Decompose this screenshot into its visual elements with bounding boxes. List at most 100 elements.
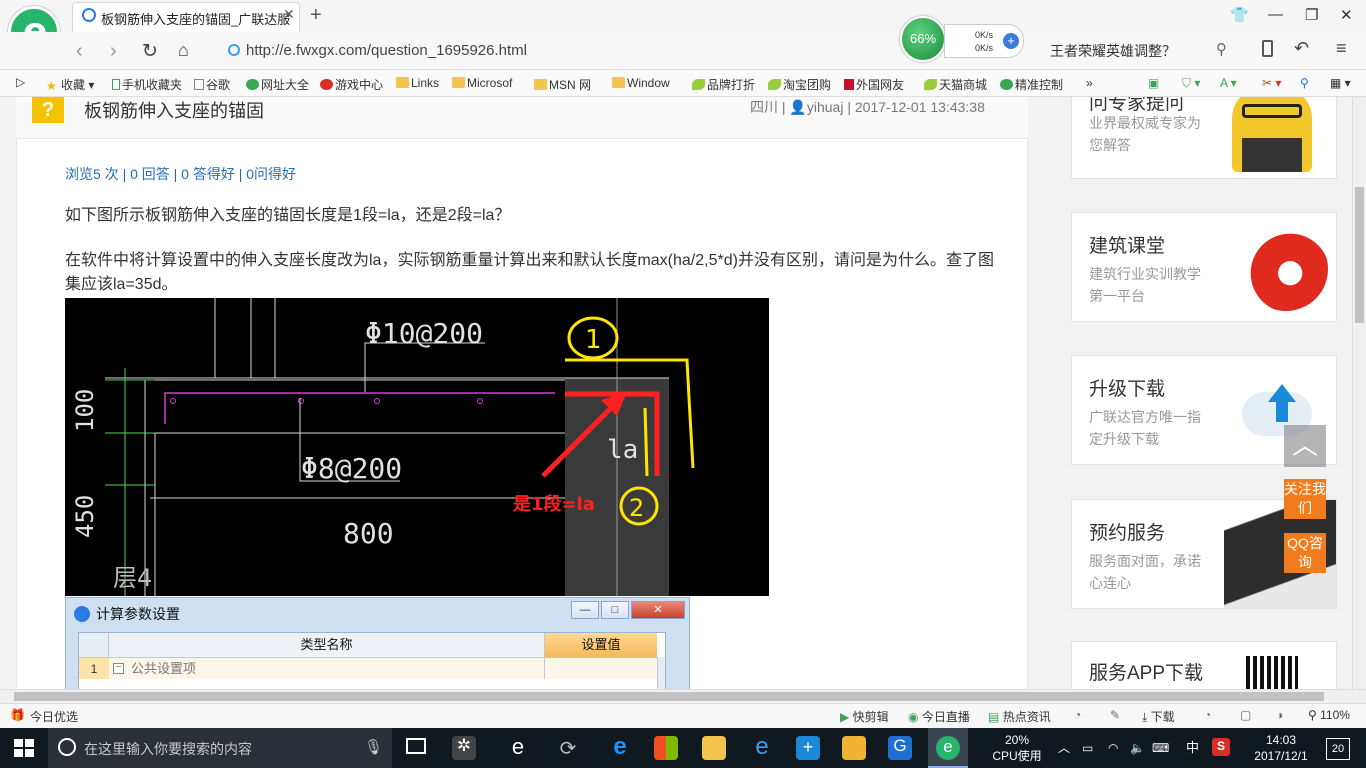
speed-gauge-icon[interactable]: ◔: [1074, 708, 1081, 722]
status-daily-pick[interactable]: 今日优选: [30, 708, 78, 725]
forward-icon[interactable]: ›: [110, 40, 117, 63]
tab-close-icon[interactable]: ✕: [283, 6, 295, 23]
search-suggestion[interactable]: 王者荣耀英雄调整？: [1050, 41, 1176, 61]
grid-icon[interactable]: ▦ ▾: [1330, 76, 1351, 90]
refresh-icon[interactable]: ↻: [142, 40, 158, 63]
bookmark-item[interactable]: Links: [396, 76, 439, 90]
file-explorer-icon[interactable]: [702, 736, 726, 760]
follow-us-button[interactable]: 关注我们: [1284, 479, 1326, 519]
bookmark-item[interactable]: 品牌打折: [692, 76, 755, 93]
grid-row-label[interactable]: − 公共设置项: [109, 657, 545, 679]
grid-scrollbar[interactable]: [657, 657, 665, 689]
volume-icon[interactable]: 🔈: [1130, 740, 1145, 756]
bookmark-item[interactable]: MSN 网: [534, 76, 591, 93]
store-icon[interactable]: [654, 736, 678, 760]
magnifier-icon[interactable]: ⚲: [1300, 76, 1309, 90]
cad-drawing-image: Φ10@200 Φ8@200 800 100 450 层4 la 是1段=la …: [65, 298, 769, 596]
bookmark-item[interactable]: 游戏中心: [320, 76, 383, 93]
bookmark-item[interactable]: 手机收藏夹: [112, 76, 182, 93]
restore-icon[interactable]: ❐: [1305, 6, 1318, 24]
grid-row-value[interactable]: [545, 657, 657, 679]
bookmark-item[interactable]: 精准控制: [1000, 76, 1063, 93]
horizontal-scrollbar[interactable]: [0, 689, 1366, 703]
chat-icon: [1000, 79, 1013, 90]
tab-active[interactable]: 板钢筋伸入支座的锚固_广联达服: [72, 2, 300, 32]
notification-center-icon[interactable]: 20: [1326, 738, 1350, 760]
status-item[interactable]: ⤓ 下载: [1142, 708, 1175, 725]
question-stats[interactable]: 浏览5 次 | 0 回答 | 0 答得好 | 0问得好: [65, 164, 296, 184]
tray-app-icon[interactable]: ▭: [1082, 740, 1093, 756]
sound-icon[interactable]: ◑: [1276, 708, 1283, 722]
tray-wifi-icon[interactable]: ◠: [1108, 740, 1118, 756]
active-browser-taskbar-item[interactable]: e: [928, 728, 968, 768]
bookmark-item[interactable]: 谷歌: [194, 76, 230, 93]
shirt-skin-icon[interactable]: 👕: [1230, 6, 1249, 24]
bookmark-item[interactable]: 外国网友: [844, 76, 904, 93]
horizontal-scroll-thumb[interactable]: [14, 692, 1324, 701]
taskbar-search-input[interactable]: 在这里输入你要搜索的内容: [48, 728, 392, 768]
cpu-usage[interactable]: 20% CPU使用: [990, 732, 1044, 764]
search-icon[interactable]: ⚲: [1216, 40, 1227, 58]
qq-consult-button[interactable]: QQ咨询: [1284, 533, 1326, 573]
bookmark-item[interactable]: Window: [612, 76, 670, 90]
edge-icon[interactable]: e: [608, 735, 632, 760]
cortana-icon[interactable]: [58, 738, 76, 756]
ime-indicator[interactable]: 中: [1186, 740, 1199, 756]
dialog-close-icon[interactable]: ✕: [631, 601, 685, 619]
new-tab-icon[interactable]: +: [310, 4, 322, 27]
taskbar-clock[interactable]: 14:03 2017/12/1: [1246, 732, 1316, 764]
vertical-scroll-thumb[interactable]: [1355, 187, 1364, 323]
status-item[interactable]: ▶ 快剪辑: [840, 708, 889, 725]
card-app-download[interactable]: 服务APP下载: [1071, 641, 1337, 689]
bookmark-item[interactable]: 网址大全: [246, 76, 309, 93]
pinwheel-app-icon[interactable]: ✲: [452, 736, 476, 760]
question-location[interactable]: 四川: [750, 99, 778, 115]
home-icon[interactable]: ⌂: [178, 40, 189, 61]
notes-app-icon[interactable]: [842, 736, 866, 760]
card-ask-expert[interactable]: 问专家提问 业界最权威专家为您解答: [1071, 97, 1337, 179]
bookmarks-toggle-icon[interactable]: ▷: [16, 75, 25, 89]
bookmarks-more-icon[interactable]: »: [1086, 76, 1093, 90]
ie-icon[interactable]: e: [750, 735, 774, 760]
shield-icon[interactable]: ⛉ ▾: [1182, 76, 1200, 91]
bookmark-item[interactable]: 天猫商城: [924, 76, 987, 93]
scissors-icon[interactable]: ✂ ▾: [1262, 76, 1281, 90]
keyboard-icon[interactable]: ⌨: [1152, 740, 1169, 756]
plus-app-icon[interactable]: +: [796, 736, 820, 760]
spiral-app-icon[interactable]: ⟳: [556, 736, 580, 760]
status-item[interactable]: ▤ 热点资讯: [988, 708, 1051, 725]
speed-percent[interactable]: 66%: [900, 16, 946, 62]
sogou-icon[interactable]: S: [1212, 738, 1230, 756]
dialog-minimize-icon[interactable]: —: [571, 601, 599, 619]
vertical-scrollbar[interactable]: [1352, 97, 1366, 689]
back-icon[interactable]: ‹: [76, 40, 83, 63]
window-icon[interactable]: ▢: [1240, 708, 1251, 722]
dashboard-icon[interactable]: ◔: [1204, 708, 1211, 722]
book-icon[interactable]: ▣: [1148, 76, 1159, 90]
undo-icon[interactable]: ↶: [1294, 38, 1309, 59]
g-app-icon[interactable]: G: [888, 736, 912, 760]
dialog-maximize-icon[interactable]: □: [601, 601, 629, 619]
minimize-icon[interactable]: —: [1268, 6, 1283, 23]
collapse-icon[interactable]: −: [113, 663, 124, 674]
tray-expand-icon[interactable]: ︿: [1058, 740, 1070, 756]
zoom-level[interactable]: ⚲ 110%: [1308, 708, 1350, 722]
back-to-top-icon[interactable]: ︿: [1284, 425, 1326, 467]
question-user[interactable]: yihuaj: [807, 99, 844, 115]
card-building-class[interactable]: 建筑课堂 建筑行业实训教学第一平台: [1071, 212, 1337, 322]
status-item[interactable]: ◉ 今日直播: [908, 708, 970, 725]
plus-icon[interactable]: +: [1003, 33, 1019, 49]
url-input[interactable]: http://e.fwxgx.com/question_1695926.html: [220, 38, 900, 62]
bookmark-item[interactable]: 淘宝团购: [768, 76, 831, 93]
phone-icon[interactable]: [1262, 40, 1273, 57]
pin-icon[interactable]: ✎: [1110, 708, 1120, 722]
menu-icon[interactable]: ≡: [1336, 38, 1347, 59]
bookmark-item[interactable]: Microsof: [452, 76, 512, 90]
task-view-icon[interactable]: [406, 738, 426, 754]
translate-icon[interactable]: A ▾: [1220, 76, 1237, 90]
edge-legacy-icon[interactable]: e: [506, 736, 530, 760]
microphone-icon[interactable]: 🎙: [364, 738, 383, 756]
windows-start-icon[interactable]: [14, 739, 34, 757]
bookmark-item[interactable]: ★ 收藏 ▾: [46, 76, 94, 93]
close-window-icon[interactable]: ✕: [1340, 6, 1353, 24]
